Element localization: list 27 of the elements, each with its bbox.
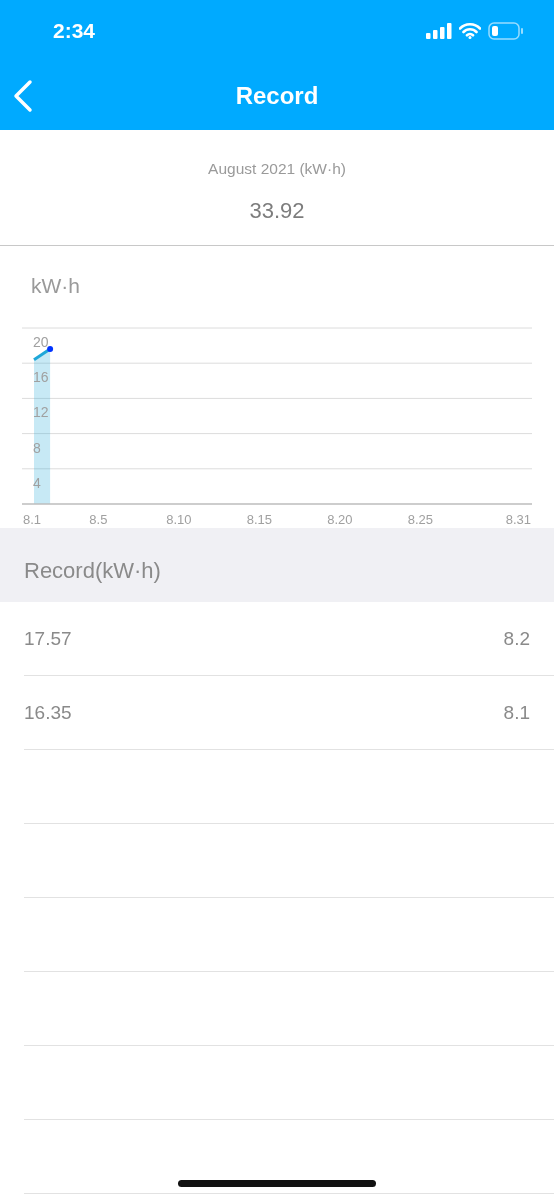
x-tick-label: 8.1 xyxy=(23,512,42,527)
y-tick-label: 4 xyxy=(33,474,41,491)
data-point xyxy=(47,346,54,353)
record-date: 8.1 xyxy=(503,701,530,724)
record-value: 17.57 xyxy=(24,627,72,650)
y-tick-label: 20 xyxy=(33,334,49,350)
x-tick-label: 8.25 xyxy=(407,512,434,527)
y-tick-label: 8 xyxy=(33,439,41,456)
section-title: Record(kW·h) xyxy=(24,558,161,584)
x-tick-label: 8.10 xyxy=(166,512,192,527)
wifi-icon xyxy=(459,23,481,39)
x-tick-label: 8.20 xyxy=(327,512,353,527)
signal-icon xyxy=(426,23,452,39)
data-line xyxy=(33,347,51,361)
x-tick-label: 8.15 xyxy=(246,512,273,527)
y-tick-label: 16 xyxy=(33,369,49,386)
x-tick-label: 8.31 xyxy=(505,512,531,527)
record-date: 8.2 xyxy=(503,627,530,650)
period-label: August 2021 (kW·h) xyxy=(208,160,346,178)
total-value: 33.92 xyxy=(249,198,305,224)
unit-label: kW·h xyxy=(31,274,80,298)
battery-icon xyxy=(488,22,524,40)
x-tick-label: 8.5 xyxy=(89,512,108,527)
record-value: 16.35 xyxy=(24,701,72,724)
status-time: 2:34 xyxy=(53,19,96,43)
page-title: Record xyxy=(235,82,319,110)
y-tick-label: 12 xyxy=(33,404,49,421)
